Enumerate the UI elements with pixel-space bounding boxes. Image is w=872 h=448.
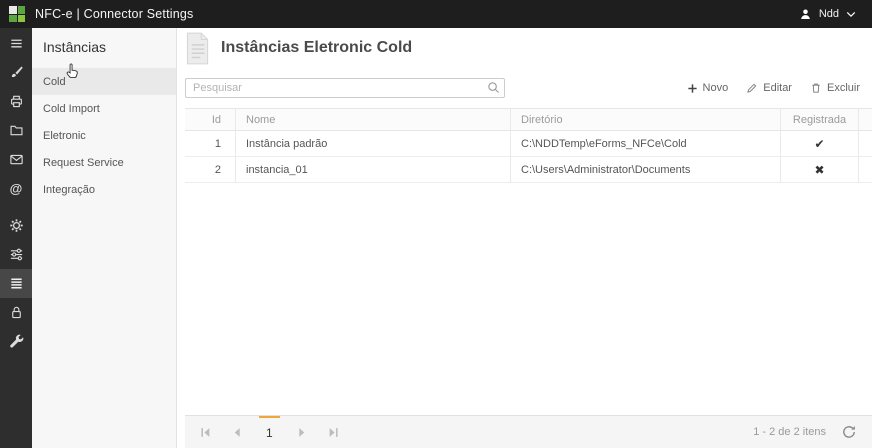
wrench-icon (9, 334, 23, 348)
instances-grid: Id Nome Diretório Registrada 1 Instância … (185, 108, 872, 183)
rail-divider (0, 203, 32, 211)
last-page-button[interactable] (324, 422, 344, 442)
rail-item-at[interactable]: @ (0, 174, 32, 203)
nav-list: Cold Cold Import Eletronic Request Service I… (32, 68, 176, 203)
body: @ Instâncias Cold Cold Import Eletronic … (0, 28, 872, 448)
rail-item-mail[interactable] (0, 145, 32, 174)
rows-icon (10, 278, 22, 289)
trash-icon (812, 83, 820, 93)
user-icon (800, 8, 810, 19)
nav-item-label: Cold (43, 75, 66, 88)
nav-item-request-service[interactable]: Request Service (32, 149, 176, 176)
grid-body: 1 Instância padrão C:\NDDTemp\eForms_NFCe\… (185, 131, 872, 183)
last-page-icon (329, 427, 338, 437)
cell-diretorio: C:\Users\Administrator\Documents (510, 157, 780, 182)
gear-icon (9, 219, 23, 232)
toolbar: Novo Editar Excluir (687, 82, 864, 94)
sidebar-nav: Instâncias Cold Cold Import Eletronic Reque… (32, 28, 177, 448)
prev-page-icon (234, 427, 240, 437)
refresh-button[interactable] (842, 425, 856, 439)
page-title: Instâncias Eletronic Cold (221, 39, 413, 56)
first-page-button[interactable] (195, 422, 215, 442)
app-title: NFC-e | Connector Settings (35, 7, 194, 21)
brush-icon (11, 66, 23, 78)
column-header-spacer (858, 109, 872, 130)
new-button-label: Novo (702, 82, 729, 94)
pager-nav: 1 (195, 416, 344, 448)
next-page-icon (299, 427, 305, 437)
nav-item-integra-o[interactable]: Integração (32, 176, 176, 203)
rail-item-brush[interactable] (0, 58, 32, 87)
nav-item-label: Cold Import (43, 102, 100, 115)
cell-spacer (858, 157, 872, 182)
cell-spacer (858, 131, 872, 156)
app-window: NFC-e | Connector Settings Ndd @ Instânc… (0, 0, 872, 448)
app-logo-icon (9, 6, 25, 22)
rail-item-lock[interactable] (0, 298, 32, 327)
controls-row: Novo Editar Excluir (185, 78, 864, 98)
current-page-button[interactable]: 1 (259, 416, 280, 448)
folder-icon (10, 125, 22, 136)
user-name: Ndd (818, 8, 839, 20)
registrada-cross-icon: ✖ (780, 157, 858, 182)
table-row[interactable]: 2 instancia_01 C:\Users\Administrator\Docu… (185, 157, 872, 183)
registrada-check-icon: ✔ (780, 131, 858, 156)
nav-item-label: Eletronic (43, 129, 86, 142)
delete-button[interactable]: Excluir (810, 82, 860, 94)
cell-nome: Instância padrão (235, 131, 510, 156)
mail-icon (9, 154, 23, 165)
refresh-icon (843, 426, 855, 438)
rail-item-menu[interactable] (0, 29, 32, 58)
printer-icon (10, 95, 22, 108)
table-header: Id Nome Diretório Registrada (185, 108, 872, 131)
column-header-registrada[interactable]: Registrada (780, 109, 858, 130)
pager: 1 1 - 2 de 2 itens (185, 415, 872, 448)
chevron-down-icon (846, 11, 856, 17)
icon-rail: @ (0, 28, 32, 448)
rail-item-printer[interactable] (0, 87, 32, 116)
menu-icon (10, 39, 22, 48)
main-content: Instâncias Eletronic Cold Novo (177, 28, 872, 448)
rail-item-gear[interactable] (0, 211, 32, 240)
cell-nome: instancia_01 (235, 157, 510, 182)
edit-button[interactable]: Editar (746, 82, 792, 94)
cell-id: 1 (214, 137, 221, 150)
nav-item-cold-import[interactable]: Cold Import (32, 95, 176, 122)
cell-id: 2 (214, 163, 221, 176)
pager-right: 1 - 2 de 2 itens (753, 425, 862, 439)
nav-title: Instâncias (43, 39, 107, 55)
user-menu[interactable]: Ndd (799, 8, 856, 21)
column-header-id[interactable]: Id (185, 109, 235, 130)
rail-item-rows[interactable] (0, 269, 32, 298)
rail-item-wrench[interactable] (0, 327, 32, 356)
nav-item-label: Request Service (43, 156, 124, 169)
nav-item-label: Integração (43, 183, 95, 196)
edit-button-label: Editar (763, 82, 792, 94)
prev-page-button[interactable] (227, 422, 247, 442)
instances-document-icon (186, 32, 209, 65)
page-header: Instâncias Eletronic Cold (177, 28, 872, 68)
rail-item-folder[interactable] (0, 116, 32, 145)
search-icon (488, 82, 499, 93)
topbar: NFC-e | Connector Settings Ndd (0, 0, 872, 28)
delete-button-label: Excluir (826, 82, 860, 94)
sliders-icon (10, 248, 22, 261)
column-header-nome[interactable]: Nome (235, 109, 510, 130)
nav-item-eletronic[interactable]: Eletronic (32, 122, 176, 149)
cell-diretorio: C:\NDDTemp\eForms_NFCe\Cold (510, 131, 780, 156)
first-page-icon (200, 427, 209, 437)
search-box (185, 78, 505, 98)
pencil-icon (747, 83, 757, 93)
search-input[interactable] (185, 78, 505, 98)
column-header-diretorio[interactable]: Diretório (510, 109, 780, 130)
rail-item-sliders[interactable] (0, 240, 32, 269)
new-button[interactable]: Novo (687, 82, 729, 94)
at-icon: @ (9, 181, 23, 196)
plus-icon (687, 83, 697, 93)
table-row[interactable]: 1 Instância padrão C:\NDDTemp\eForms_NFCe\… (185, 131, 872, 157)
next-page-button[interactable] (292, 422, 312, 442)
nav-item-cold[interactable]: Cold (32, 68, 176, 95)
pager-info: 1 - 2 de 2 itens (753, 426, 826, 438)
lock-icon (11, 306, 21, 319)
